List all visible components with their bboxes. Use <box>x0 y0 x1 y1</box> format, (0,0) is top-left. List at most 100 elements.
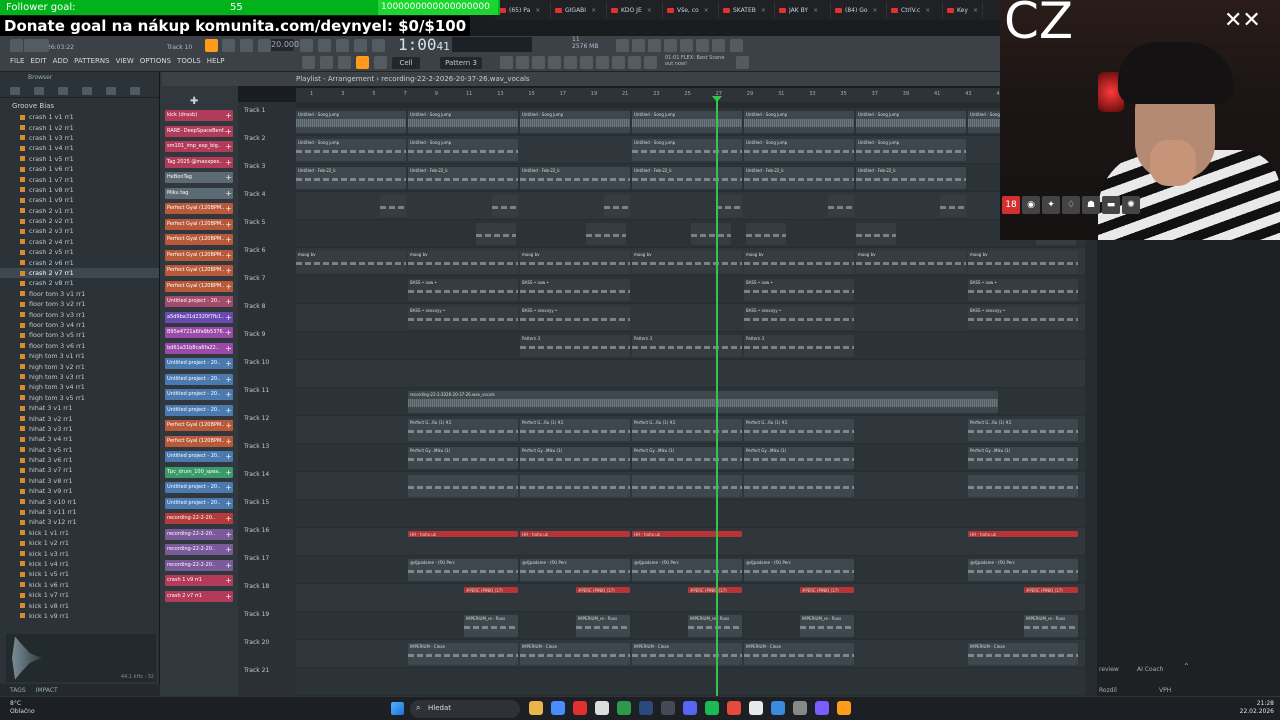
steam-icon[interactable] <box>639 701 653 715</box>
browser-tool-icon[interactable] <box>58 87 68 95</box>
picker-channel[interactable]: HeBonTag + <box>165 172 233 183</box>
browser-item[interactable]: floor tom 3 v3 rr1 <box>0 309 159 319</box>
arrangement-clip[interactable]: recording-22-2-2026-20-37-26.wav_vocals <box>408 391 998 413</box>
playlist-grid[interactable]: Untitled - Song jump Untitled - Song jump… <box>296 108 1086 696</box>
song-mode-icon[interactable] <box>258 39 271 52</box>
arrangement-clip[interactable] <box>691 223 731 245</box>
browser-item[interactable]: crash 1 v7 rr1 <box>0 174 159 184</box>
browser-item[interactable]: kick 1 v9 rr1 <box>0 611 159 621</box>
menu-help[interactable]: HELP <box>207 57 225 65</box>
arrangement-clip[interactable] <box>408 475 518 497</box>
picker-channel[interactable]: Perfect Gyal (120BPM.. + <box>165 203 233 214</box>
mixer-icon[interactable] <box>696 39 709 52</box>
arrangement-clip[interactable] <box>586 223 626 245</box>
arrangement-clip[interactable]: #PERC (PINK) (17) <box>800 587 854 593</box>
picker-channel[interactable]: Untitled project - 20.. + <box>165 296 233 307</box>
add-icon[interactable]: + <box>225 436 232 447</box>
track-header[interactable]: Track 10 <box>238 359 296 366</box>
browser-item[interactable]: hihat 3 v3 rr1 <box>0 424 159 434</box>
menu-view[interactable]: VIEW <box>116 57 134 65</box>
arrangement-clip[interactable]: #PERC (PINK) (17) <box>688 587 742 593</box>
system-clock[interactable]: 21:28 22.02.2026 <box>1240 700 1274 716</box>
playlist-ruler[interactable]: 1357911131517192123252729313335373941434… <box>296 88 1096 102</box>
draw-icon[interactable] <box>338 56 351 69</box>
arrangement-clip[interactable]: moog bv <box>296 251 406 273</box>
teams-icon[interactable] <box>815 701 829 715</box>
browser-item[interactable]: hihat 3 v11 rr1 <box>0 507 159 517</box>
track-header[interactable]: Track 6 <box>238 247 296 254</box>
browser-item[interactable]: crash 1 v8 rr1 <box>0 185 159 195</box>
arrangement-clip[interactable]: IMPERIUM_re - Russ <box>576 615 630 637</box>
picker-channel[interactable]: crash 1 v9 rr1 + <box>165 575 233 586</box>
arrangement-clip[interactable] <box>940 195 966 217</box>
menu-patterns[interactable]: PATTERNS <box>74 57 109 65</box>
browser-item[interactable]: crash 1 v5 rr1 <box>0 154 159 164</box>
arrangement-clip[interactable]: #PERC (PINK) (17) <box>576 587 630 593</box>
menu-options[interactable]: OPTIONS <box>140 57 171 65</box>
record-button[interactable] <box>240 39 253 52</box>
picker-channel[interactable]: recording-22-2-20.. + <box>165 544 233 555</box>
arrangement-clip[interactable]: BASS • saw • <box>744 279 854 301</box>
track-header[interactable]: Track 9 <box>238 331 296 338</box>
arrangement-clip[interactable]: BASS • sexxxyy • <box>408 307 518 329</box>
browser-item[interactable]: crash 1 v3 rr1 <box>0 133 159 143</box>
add-icon[interactable]: + <box>225 157 232 168</box>
arrangement-clip[interactable]: Untitled - Song jump <box>520 111 630 133</box>
arrangement-clip[interactable]: BASS • sexxxyy • <box>968 307 1078 329</box>
picker-channel[interactable]: Untitled project - 20.. + <box>165 358 233 369</box>
browser-item[interactable]: hihat 3 v2 rr1 <box>0 413 159 423</box>
pattern-selector[interactable]: Pattern 3 <box>440 57 482 69</box>
arrangement-clip[interactable]: #PERC (PINK) (17) <box>464 587 518 593</box>
browser-item[interactable]: crash 2 v2 rr1 <box>0 216 159 226</box>
close-icon[interactable]: × <box>591 7 596 14</box>
browser-item[interactable]: kick 1 v7 rr1 <box>0 590 159 600</box>
close-icon[interactable]: × <box>813 7 818 14</box>
picker-channel[interactable]: RARE- DeepSpaceBenf.. + <box>165 125 233 137</box>
arrangement-clip[interactable] <box>380 195 406 217</box>
add-icon[interactable]: + <box>225 513 232 524</box>
start-button[interactable] <box>391 702 404 715</box>
browser-item[interactable]: kick 1 v1 rr1 <box>0 528 159 538</box>
browser-tab[interactable]: CtrlV.c × <box>887 2 943 18</box>
play-button[interactable] <box>205 39 218 52</box>
arrangement-clip[interactable]: @djpadame - (fX) Perc <box>744 559 854 581</box>
add-icon[interactable]: + <box>225 219 232 230</box>
browser-tab[interactable]: Vše, co × <box>663 2 719 18</box>
arrangement-clip[interactable]: HH - haha uk <box>632 531 742 537</box>
picker-channel[interactable]: Perfect Gyal (120BPM.. + <box>165 218 233 230</box>
discord-icon[interactable] <box>683 701 697 715</box>
picker-channel[interactable]: recording-22-2-20.. + <box>165 513 233 524</box>
browser-item[interactable]: kick 1 v4 rr1 <box>0 559 159 569</box>
browser-tab[interactable]: JAK BÝ × <box>775 2 831 18</box>
picker-channel[interactable]: kick (dnssb) + <box>165 110 233 121</box>
add-icon[interactable]: + <box>225 405 232 416</box>
pattern-icon[interactable] <box>564 56 577 69</box>
browser-item[interactable]: high tom 3 v1 rr1 <box>0 351 159 361</box>
weather-widget[interactable]: 8°C Oblačno <box>10 700 35 716</box>
undo-icon[interactable] <box>300 39 313 52</box>
arrangement-clip[interactable]: Untitled - Feb-22_k <box>520 167 630 189</box>
add-icon[interactable]: + <box>225 575 232 586</box>
arrangement-clip[interactable] <box>716 195 742 217</box>
arrangement-clip[interactable] <box>476 223 516 245</box>
loop-icon[interactable] <box>616 39 629 52</box>
vpn-icon[interactable] <box>727 701 741 715</box>
arrangement-clip[interactable] <box>604 195 630 217</box>
browser-item[interactable]: hihat 3 v12 rr1 <box>0 517 159 527</box>
media-icon[interactable] <box>771 701 785 715</box>
excel-icon[interactable] <box>617 701 631 715</box>
browser-tab[interactable]: (65) Pa × <box>495 2 551 18</box>
picker-channel[interactable]: Untitled project - 20.. + <box>165 373 233 385</box>
browser-item[interactable]: kick 1 v6 rr1 <box>0 580 159 590</box>
template-icon[interactable] <box>644 56 657 69</box>
picker-channel[interactable]: Perfect Gyal (120BPM.. + <box>165 435 233 447</box>
metronome-icon[interactable] <box>632 39 645 52</box>
browser-item[interactable]: floor tom 3 v2 rr1 <box>0 299 159 309</box>
browser-item[interactable]: floor tom 3 v5 rr1 <box>0 330 159 340</box>
browser-item[interactable]: crash 2 v4 rr1 <box>0 237 159 247</box>
picker-channel[interactable]: Untitled project - 20.. + <box>165 497 233 509</box>
mixer-view-icon[interactable] <box>516 56 529 69</box>
arrangement-clip[interactable]: IMPERIUM - Clean <box>968 643 1078 665</box>
arrangement-clip[interactable]: moog bv <box>632 251 742 273</box>
track-header[interactable]: Track 17 <box>238 555 296 562</box>
